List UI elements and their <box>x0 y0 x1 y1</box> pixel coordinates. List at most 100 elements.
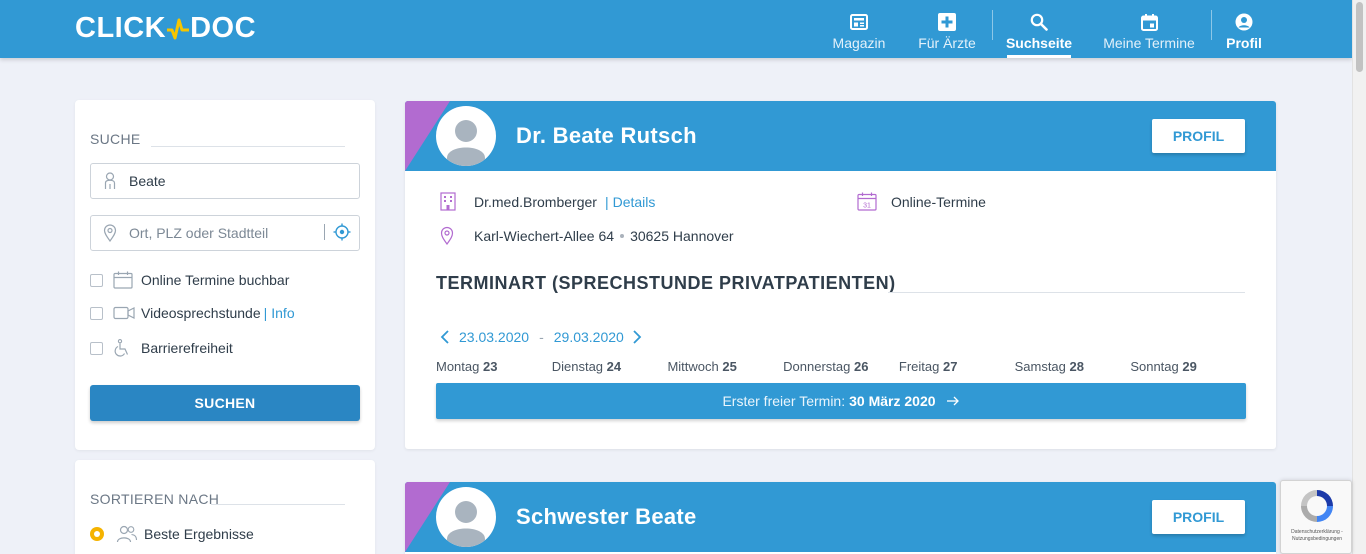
barrierefreiheit-checkbox[interactable] <box>90 341 103 355</box>
first-free-appointment-button[interactable]: Erster freier Termin: 30 März 2020 <box>436 383 1246 419</box>
name-search-input[interactable] <box>129 173 319 189</box>
day-column[interactable]: Sonntag 29 <box>1130 359 1246 374</box>
date-to: 29.03.2020 <box>553 329 624 345</box>
nav-divider <box>1211 10 1212 40</box>
nav-label: Suchseite <box>1005 35 1073 51</box>
card-header: Dr. Beate Rutsch PROFIL <box>405 101 1276 171</box>
filter-barrierefreiheit[interactable]: Barrierefreiheit <box>90 339 233 357</box>
svg-text:31: 31 <box>863 203 871 210</box>
top-navigation-bar: CLICK DOC Magazin Für Ärzte Suchseite Me… <box>0 0 1352 58</box>
day-column[interactable]: Freitag 27 <box>899 359 1015 374</box>
sort-panel: SORTIEREN NACH Beste Ergebnisse <box>75 460 375 554</box>
logo-text-left: CLICK <box>75 12 167 44</box>
day-name: Sonntag <box>1130 359 1179 374</box>
day-number: 29 <box>1182 359 1197 374</box>
scrollbar-thumb[interactable] <box>1356 2 1363 72</box>
recaptcha-logo-icon <box>1301 490 1333 522</box>
city: 30625 Hannover <box>630 227 734 244</box>
online-termine-info: 31 Online-Termine <box>857 192 986 211</box>
nav-label: Für Ärzte <box>918 35 976 51</box>
location-pin-icon <box>440 226 474 245</box>
active-tab-underline <box>1007 55 1071 58</box>
profile-button[interactable]: PROFIL <box>1152 500 1245 534</box>
address-info: Karl-Wiechert-Allee 64 30625 Hannover <box>440 226 734 245</box>
wheelchair-icon <box>113 339 139 357</box>
day-number: 23 <box>483 359 498 374</box>
video-info-link[interactable]: Info <box>271 305 294 321</box>
card-header: Schwester Beate PROFIL <box>405 482 1276 552</box>
filter-label: Barrierefreiheit <box>141 340 233 356</box>
profile-button[interactable]: PROFIL <box>1152 119 1245 153</box>
separator-pipe: | <box>263 305 268 321</box>
section-divider <box>151 146 345 147</box>
building-icon <box>440 192 474 211</box>
day-column[interactable]: Samstag 28 <box>1015 359 1131 374</box>
nav-label: Meine Termine <box>1103 35 1195 51</box>
heartbeat-icon <box>167 18 190 39</box>
day-number: 28 <box>1069 359 1084 374</box>
search-icon <box>1030 12 1048 32</box>
locate-me-button[interactable] <box>324 223 351 241</box>
avatar[interactable] <box>436 487 496 547</box>
sort-option-label: Beste Ergebnisse <box>144 526 254 542</box>
first-free-label: Erster freier Termin: <box>722 393 846 409</box>
calendar-icon <box>1140 12 1158 32</box>
date-separator: - <box>539 329 544 345</box>
chevron-right-icon[interactable] <box>632 330 642 344</box>
calendar-31-icon: 31 <box>857 192 891 211</box>
day-number: 24 <box>606 359 622 374</box>
search-button[interactable]: SUCHEN <box>90 385 360 421</box>
sort-radio-selected[interactable] <box>90 527 104 541</box>
recaptcha-badge[interactable]: Datenschutzerklärung - Nutzungsbedingung… <box>1280 480 1352 554</box>
date-from: 23.03.2020 <box>459 329 530 345</box>
section-divider <box>888 292 1245 293</box>
section-divider <box>211 504 345 505</box>
nav-label: Magazin <box>832 35 886 51</box>
day-name: Dienstag <box>551 359 604 374</box>
avatar[interactable] <box>436 106 496 166</box>
nav-suchseite[interactable]: Suchseite <box>1005 0 1073 58</box>
day-name: Mittwoch <box>667 359 719 374</box>
day-number: 26 <box>854 359 869 374</box>
page-scrollbar[interactable] <box>1352 0 1366 554</box>
day-column[interactable]: Mittwoch 25 <box>667 359 783 374</box>
logo-text-right: DOC <box>190 12 257 44</box>
search-section-title: SUCHE <box>90 131 141 147</box>
details-link[interactable]: Details <box>613 194 656 210</box>
location-search-field[interactable] <box>90 215 360 251</box>
filter-online-termine[interactable]: Online Termine buchbar <box>90 271 289 289</box>
day-column[interactable]: Montag 23 <box>436 359 552 374</box>
nav-meine-termine[interactable]: Meine Termine <box>1101 0 1197 58</box>
chevron-left-icon[interactable] <box>440 330 450 344</box>
videosprechstunde-checkbox[interactable] <box>90 306 103 320</box>
doctor-name[interactable]: Schwester Beate <box>516 504 697 530</box>
address-dot <box>620 233 625 238</box>
crosshair-icon <box>333 223 351 241</box>
recaptcha-links[interactable]: Datenschutzerklärung - Nutzungsbedingung… <box>1285 529 1349 543</box>
nav-magazin[interactable]: Magazin <box>832 0 886 58</box>
nav-profil[interactable]: Profil <box>1226 0 1262 58</box>
field-separator <box>324 224 325 240</box>
day-name: Freitag <box>898 359 940 374</box>
sort-section-title: SORTIEREN NACH <box>90 491 220 507</box>
day-name: Montag <box>436 359 480 374</box>
online-termine-checkbox[interactable] <box>90 273 103 287</box>
filter-videosprechstunde[interactable]: Videosprechstunde | Info <box>90 305 295 321</box>
doctor-name[interactable]: Dr. Beate Rutsch <box>516 123 697 149</box>
nav-divider <box>992 10 993 40</box>
location-search-input[interactable] <box>129 225 319 241</box>
day-column[interactable]: Donnerstag 26 <box>783 359 899 374</box>
first-free-date: 30 März 2020 <box>849 393 936 409</box>
filter-label: Online Termine buchbar <box>141 272 290 288</box>
day-number: 25 <box>722 359 737 374</box>
name-search-field[interactable] <box>90 163 360 199</box>
search-panel: SUCHE Online Termine buchbar Videosprech… <box>75 100 375 450</box>
weekday-row: Montag 23 Dienstag 24 Mittwoch 25 Donner… <box>436 359 1246 374</box>
practice-name: Dr.med.Bromberger <box>474 193 597 210</box>
day-number: 27 <box>942 359 958 374</box>
location-pin-icon <box>91 224 129 242</box>
nav-fuer-aerzte[interactable]: Für Ärzte <box>917 0 977 58</box>
day-column[interactable]: Dienstag 24 <box>552 359 668 374</box>
sort-option-beste-ergebnisse[interactable]: Beste Ergebnisse <box>90 525 254 543</box>
clickdoc-logo[interactable]: CLICK DOC <box>75 12 256 45</box>
